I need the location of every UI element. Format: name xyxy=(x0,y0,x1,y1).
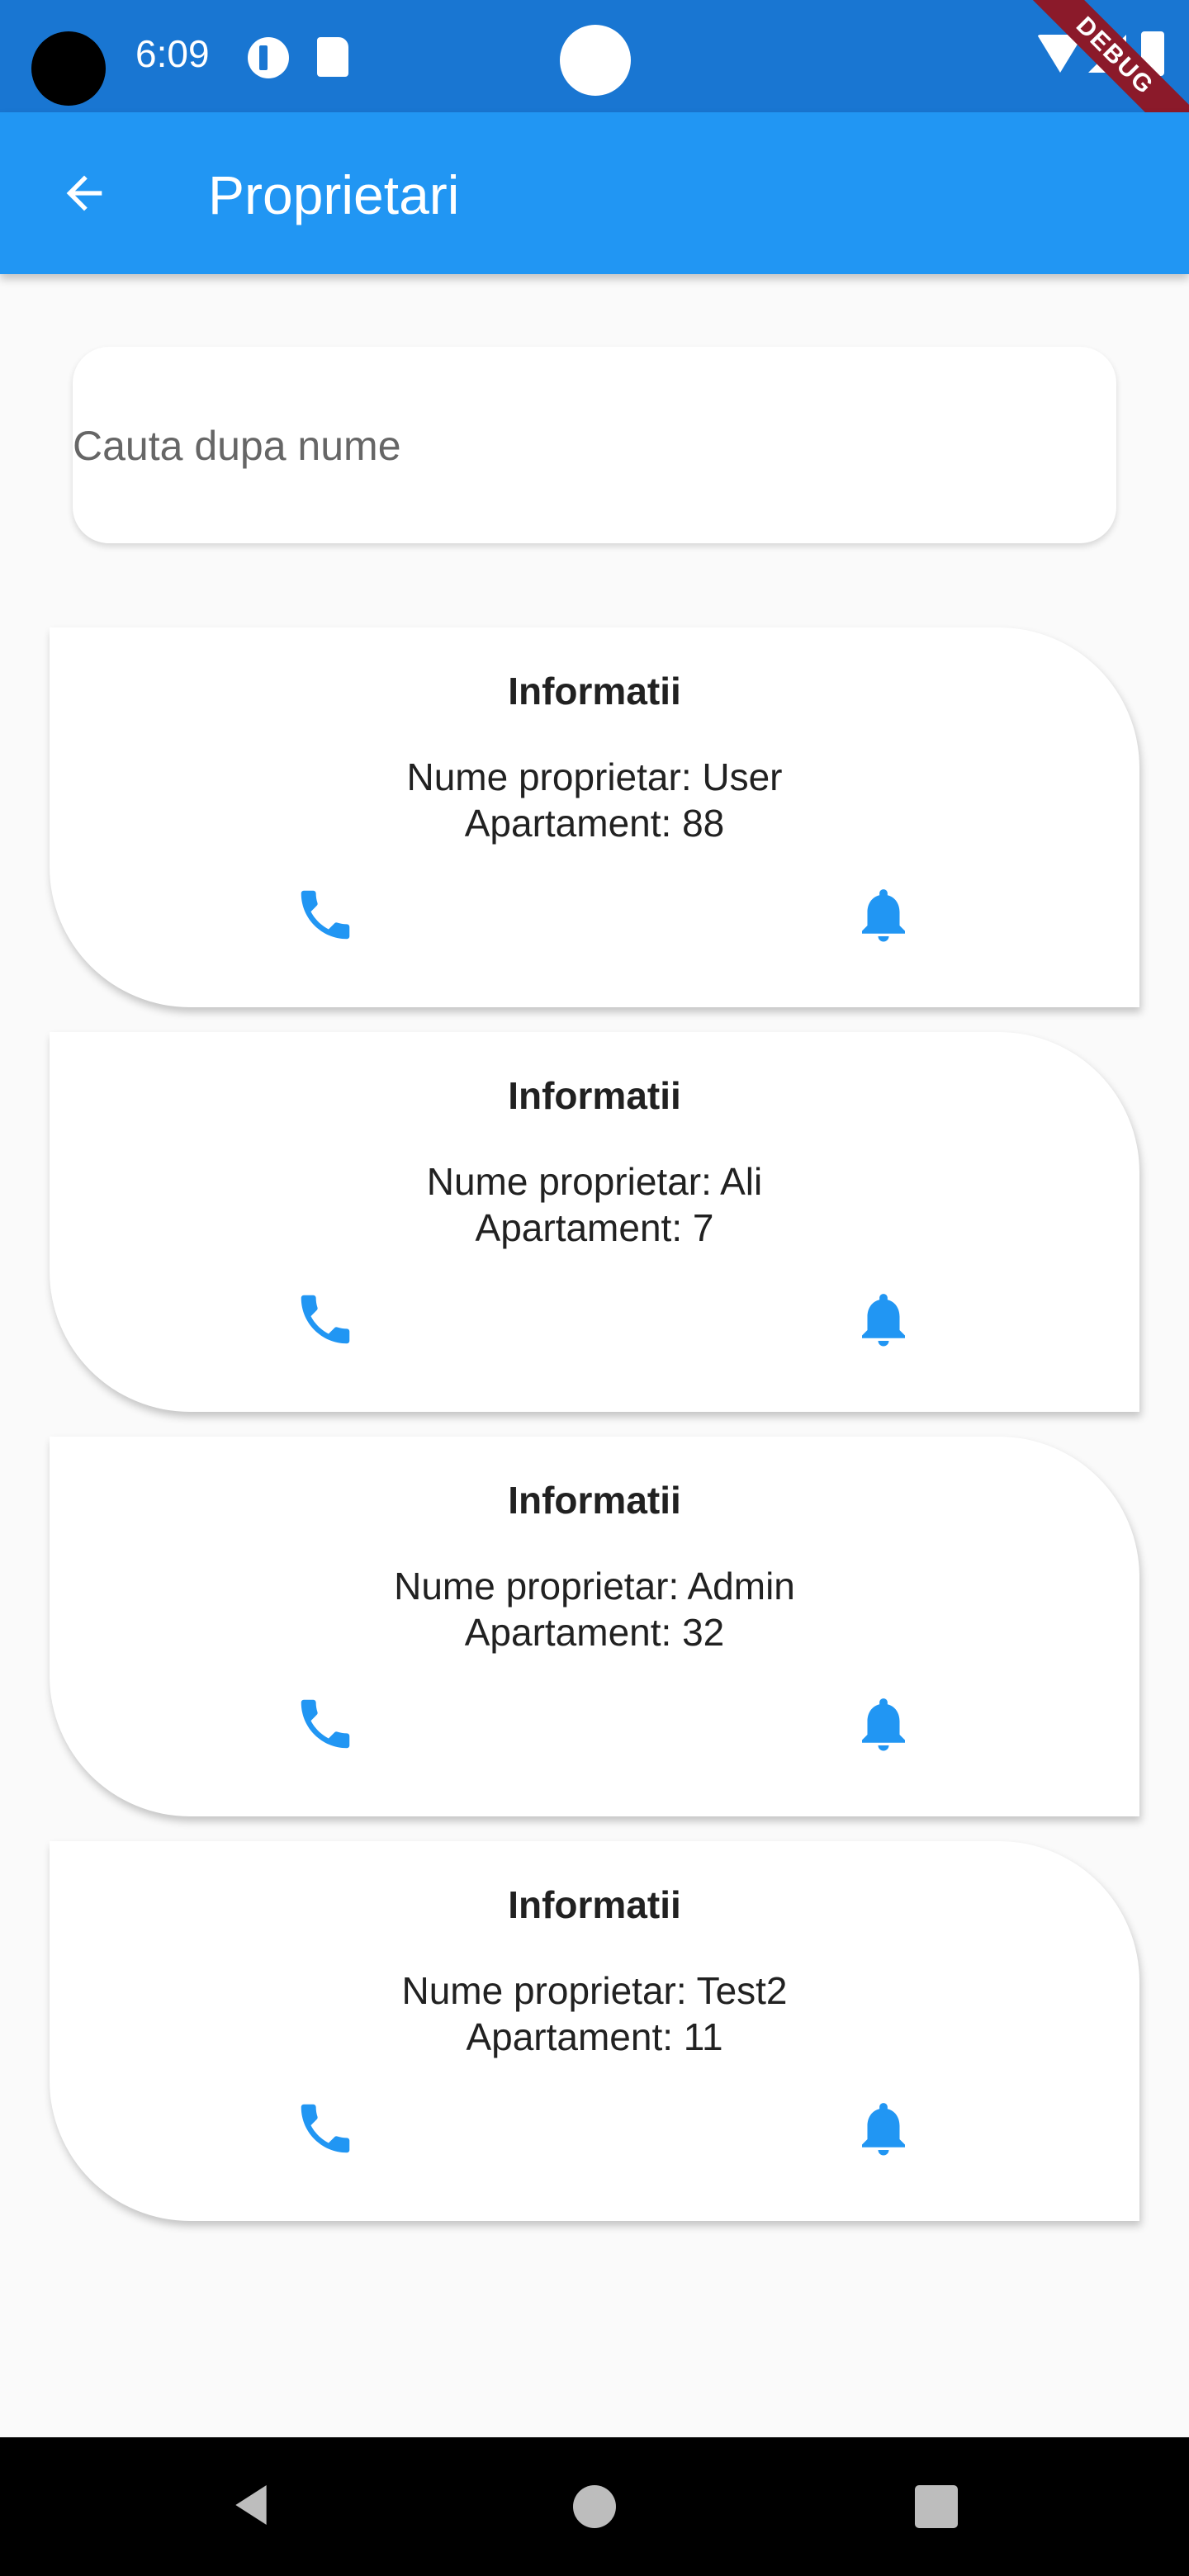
search-input[interactable] xyxy=(73,413,1063,479)
owner-card: Informatii Nume proprietar: Admin Aparta… xyxy=(50,1437,1139,1816)
notify-button[interactable] xyxy=(844,875,923,954)
bell-icon xyxy=(862,889,905,942)
card-title: Informatii xyxy=(508,1074,681,1117)
app-bar: Proprietari xyxy=(0,112,1189,274)
call-button[interactable] xyxy=(286,875,365,954)
phone-icon xyxy=(301,890,350,940)
front-camera xyxy=(560,25,631,96)
nav-back-icon[interactable] xyxy=(225,2479,277,2531)
notify-button[interactable] xyxy=(844,1684,923,1764)
notification-icon xyxy=(248,37,289,78)
card-title: Informatii xyxy=(508,1883,681,1926)
owner-name: Nume proprietar: Ali xyxy=(426,1160,763,1203)
apartment-number: Apartament: 11 xyxy=(466,2015,723,2058)
apartment-number: Apartament: 88 xyxy=(464,802,725,845)
owner-name: Nume proprietar: Admin xyxy=(394,1565,795,1608)
call-button[interactable] xyxy=(286,2089,365,2168)
notify-button[interactable] xyxy=(844,1280,923,1359)
phone-icon xyxy=(301,2104,350,2153)
phone-icon xyxy=(301,1295,350,1344)
phone-icon xyxy=(301,1699,350,1749)
system-nav-bar xyxy=(0,2437,1189,2576)
status-bar: 6:09 DEBUG xyxy=(0,0,1189,163)
call-button[interactable] xyxy=(286,1280,365,1359)
apartment-number: Apartament: 32 xyxy=(464,1611,725,1654)
bell-icon xyxy=(862,2103,905,2156)
card-title: Informatii xyxy=(508,670,681,713)
owner-card: Informatii Nume proprietar: Test2 Aparta… xyxy=(50,1841,1139,2221)
back-button[interactable] xyxy=(45,154,124,233)
apartment-number: Apartament: 7 xyxy=(475,1206,714,1249)
call-button[interactable] xyxy=(286,1684,365,1764)
bell-icon xyxy=(862,1698,905,1751)
bell-icon xyxy=(862,1294,905,1347)
card-title: Informatii xyxy=(508,1479,681,1522)
owner-name: Nume proprietar: User xyxy=(406,755,783,798)
owner-card: Informatii Nume proprietar: User Apartam… xyxy=(50,627,1139,1007)
search-box[interactable] xyxy=(73,347,1116,543)
sd-card-icon xyxy=(317,37,348,77)
owner-list: Informatii Nume proprietar: User Apartam… xyxy=(50,627,1139,2246)
owner-card: Informatii Nume proprietar: Ali Apartame… xyxy=(50,1032,1139,1412)
owner-name: Nume proprietar: Test2 xyxy=(401,1969,788,2012)
status-time: 6:09 xyxy=(135,32,210,75)
nav-home-icon[interactable] xyxy=(573,2485,616,2528)
page-title: Proprietari xyxy=(208,164,460,225)
notify-button[interactable] xyxy=(844,2089,923,2168)
arrow-back-icon xyxy=(66,175,102,211)
nav-recents-icon[interactable] xyxy=(915,2485,958,2528)
camera-cutout xyxy=(31,31,106,106)
